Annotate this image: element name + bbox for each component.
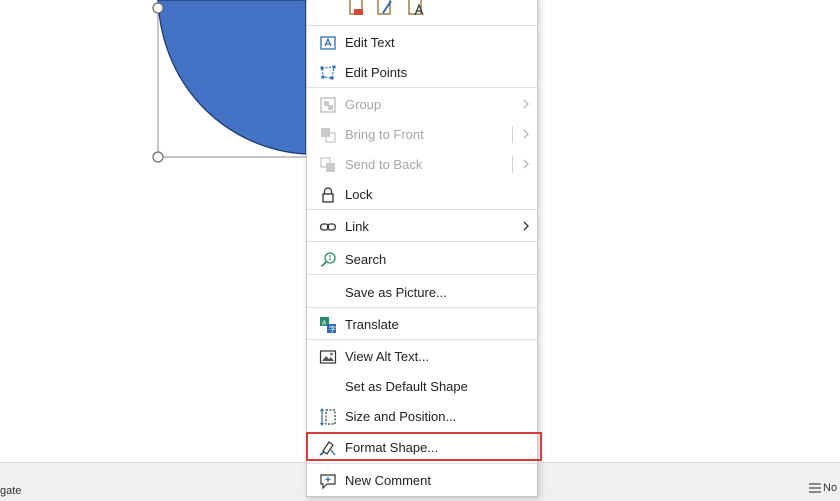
- menu-item-format-shape[interactable]: Format Shape...: [307, 433, 537, 463]
- chevron-right-icon: [523, 129, 529, 139]
- svg-text:字: 字: [329, 325, 336, 334]
- menu-item-label: Bring to Front: [345, 127, 424, 142]
- menu-item-view-alt-text[interactable]: View Alt Text...: [307, 342, 537, 372]
- menu-separator: [307, 463, 537, 464]
- menu-separator: [307, 241, 537, 242]
- chevron-right-icon: [523, 159, 529, 169]
- bring-to-front-icon: [321, 128, 336, 143]
- menu-item-label: Edit Points: [345, 65, 408, 80]
- context-menu: Edit Text Edit Points Group Bring to Fro…: [306, 0, 542, 497]
- split-divider: [512, 126, 513, 143]
- menu-item-label: Format Shape...: [345, 440, 439, 455]
- notes-button[interactable]: No: [808, 482, 837, 494]
- menu-item-translate[interactable]: a 字 Translate: [307, 310, 537, 340]
- menu-item-label: Set as Default Shape: [345, 379, 468, 394]
- edit-text-icon: [320, 36, 336, 50]
- menu-item-search[interactable]: Search: [307, 245, 537, 275]
- menu-item-label: Save as Picture...: [345, 285, 447, 300]
- search-icon: [320, 252, 336, 268]
- svg-text:a: a: [322, 320, 326, 327]
- menu-item-label: Search: [345, 252, 387, 267]
- menu-item-send-to-back[interactable]: Send to Back: [307, 150, 537, 180]
- format-shape-icon: [319, 441, 336, 456]
- menu-separator: [307, 87, 537, 88]
- alt-text-icon: [319, 350, 337, 364]
- chevron-right-icon: [523, 99, 529, 109]
- menu-item-lock[interactable]: Lock: [307, 180, 537, 210]
- menu-item-label: Send to Back: [345, 157, 423, 172]
- paste-keep-text-icon[interactable]: [347, 0, 367, 22]
- menu-item-edit-text[interactable]: Edit Text: [307, 28, 537, 58]
- notes-label: No: [823, 482, 838, 494]
- menu-item-label: Size and Position...: [345, 409, 457, 424]
- send-to-back-icon: [320, 157, 335, 172]
- status-left-text[interactable]: gate: [0, 485, 21, 497]
- paste-text-only-icon[interactable]: [407, 0, 427, 22]
- split-divider: [512, 156, 513, 173]
- link-icon: [319, 223, 337, 231]
- menu-item-label: New Comment: [345, 473, 431, 488]
- group-icon: [320, 97, 336, 113]
- paste-format-icon[interactable]: [375, 0, 395, 22]
- menu-item-label: View Alt Text...: [345, 349, 430, 364]
- menu-item-bring-to-front[interactable]: Bring to Front: [307, 120, 537, 150]
- menu-separator: [307, 274, 537, 275]
- menu-separator: [307, 25, 537, 26]
- resize-handle-top-left: [152, 2, 164, 14]
- translate-icon: a 字: [320, 317, 336, 334]
- menu-item-label: Edit Text: [345, 35, 395, 50]
- lock-icon: [322, 187, 334, 203]
- notes-icon: [809, 483, 821, 493]
- resize-handle-bottom-left: [152, 151, 164, 163]
- menu-item-link[interactable]: Link: [307, 212, 537, 242]
- menu-item-label: Lock: [345, 187, 373, 202]
- menu-item-label: Translate: [345, 317, 399, 332]
- blue-arc-shape: [157, 0, 307, 155]
- size-position-icon: [320, 408, 336, 426]
- edit-points-icon: [320, 65, 336, 80]
- menu-separator: [307, 209, 537, 210]
- new-comment-icon: [320, 474, 336, 490]
- menu-item-save-as-picture[interactable]: Save as Picture...: [307, 278, 537, 308]
- menu-item-edit-points[interactable]: Edit Points: [307, 58, 537, 88]
- menu-separator: [307, 339, 537, 340]
- menu-item-new-comment[interactable]: New Comment: [307, 466, 537, 496]
- chevron-right-icon: [523, 221, 529, 231]
- menu-separator: [307, 307, 537, 308]
- menu-item-label: Group: [345, 97, 382, 112]
- menu-item-group[interactable]: Group: [307, 90, 537, 120]
- menu-item-label: Link: [345, 219, 369, 234]
- menu-item-size-and-position[interactable]: Size and Position...: [307, 402, 537, 432]
- menu-item-set-default-shape[interactable]: Set as Default Shape: [307, 372, 537, 402]
